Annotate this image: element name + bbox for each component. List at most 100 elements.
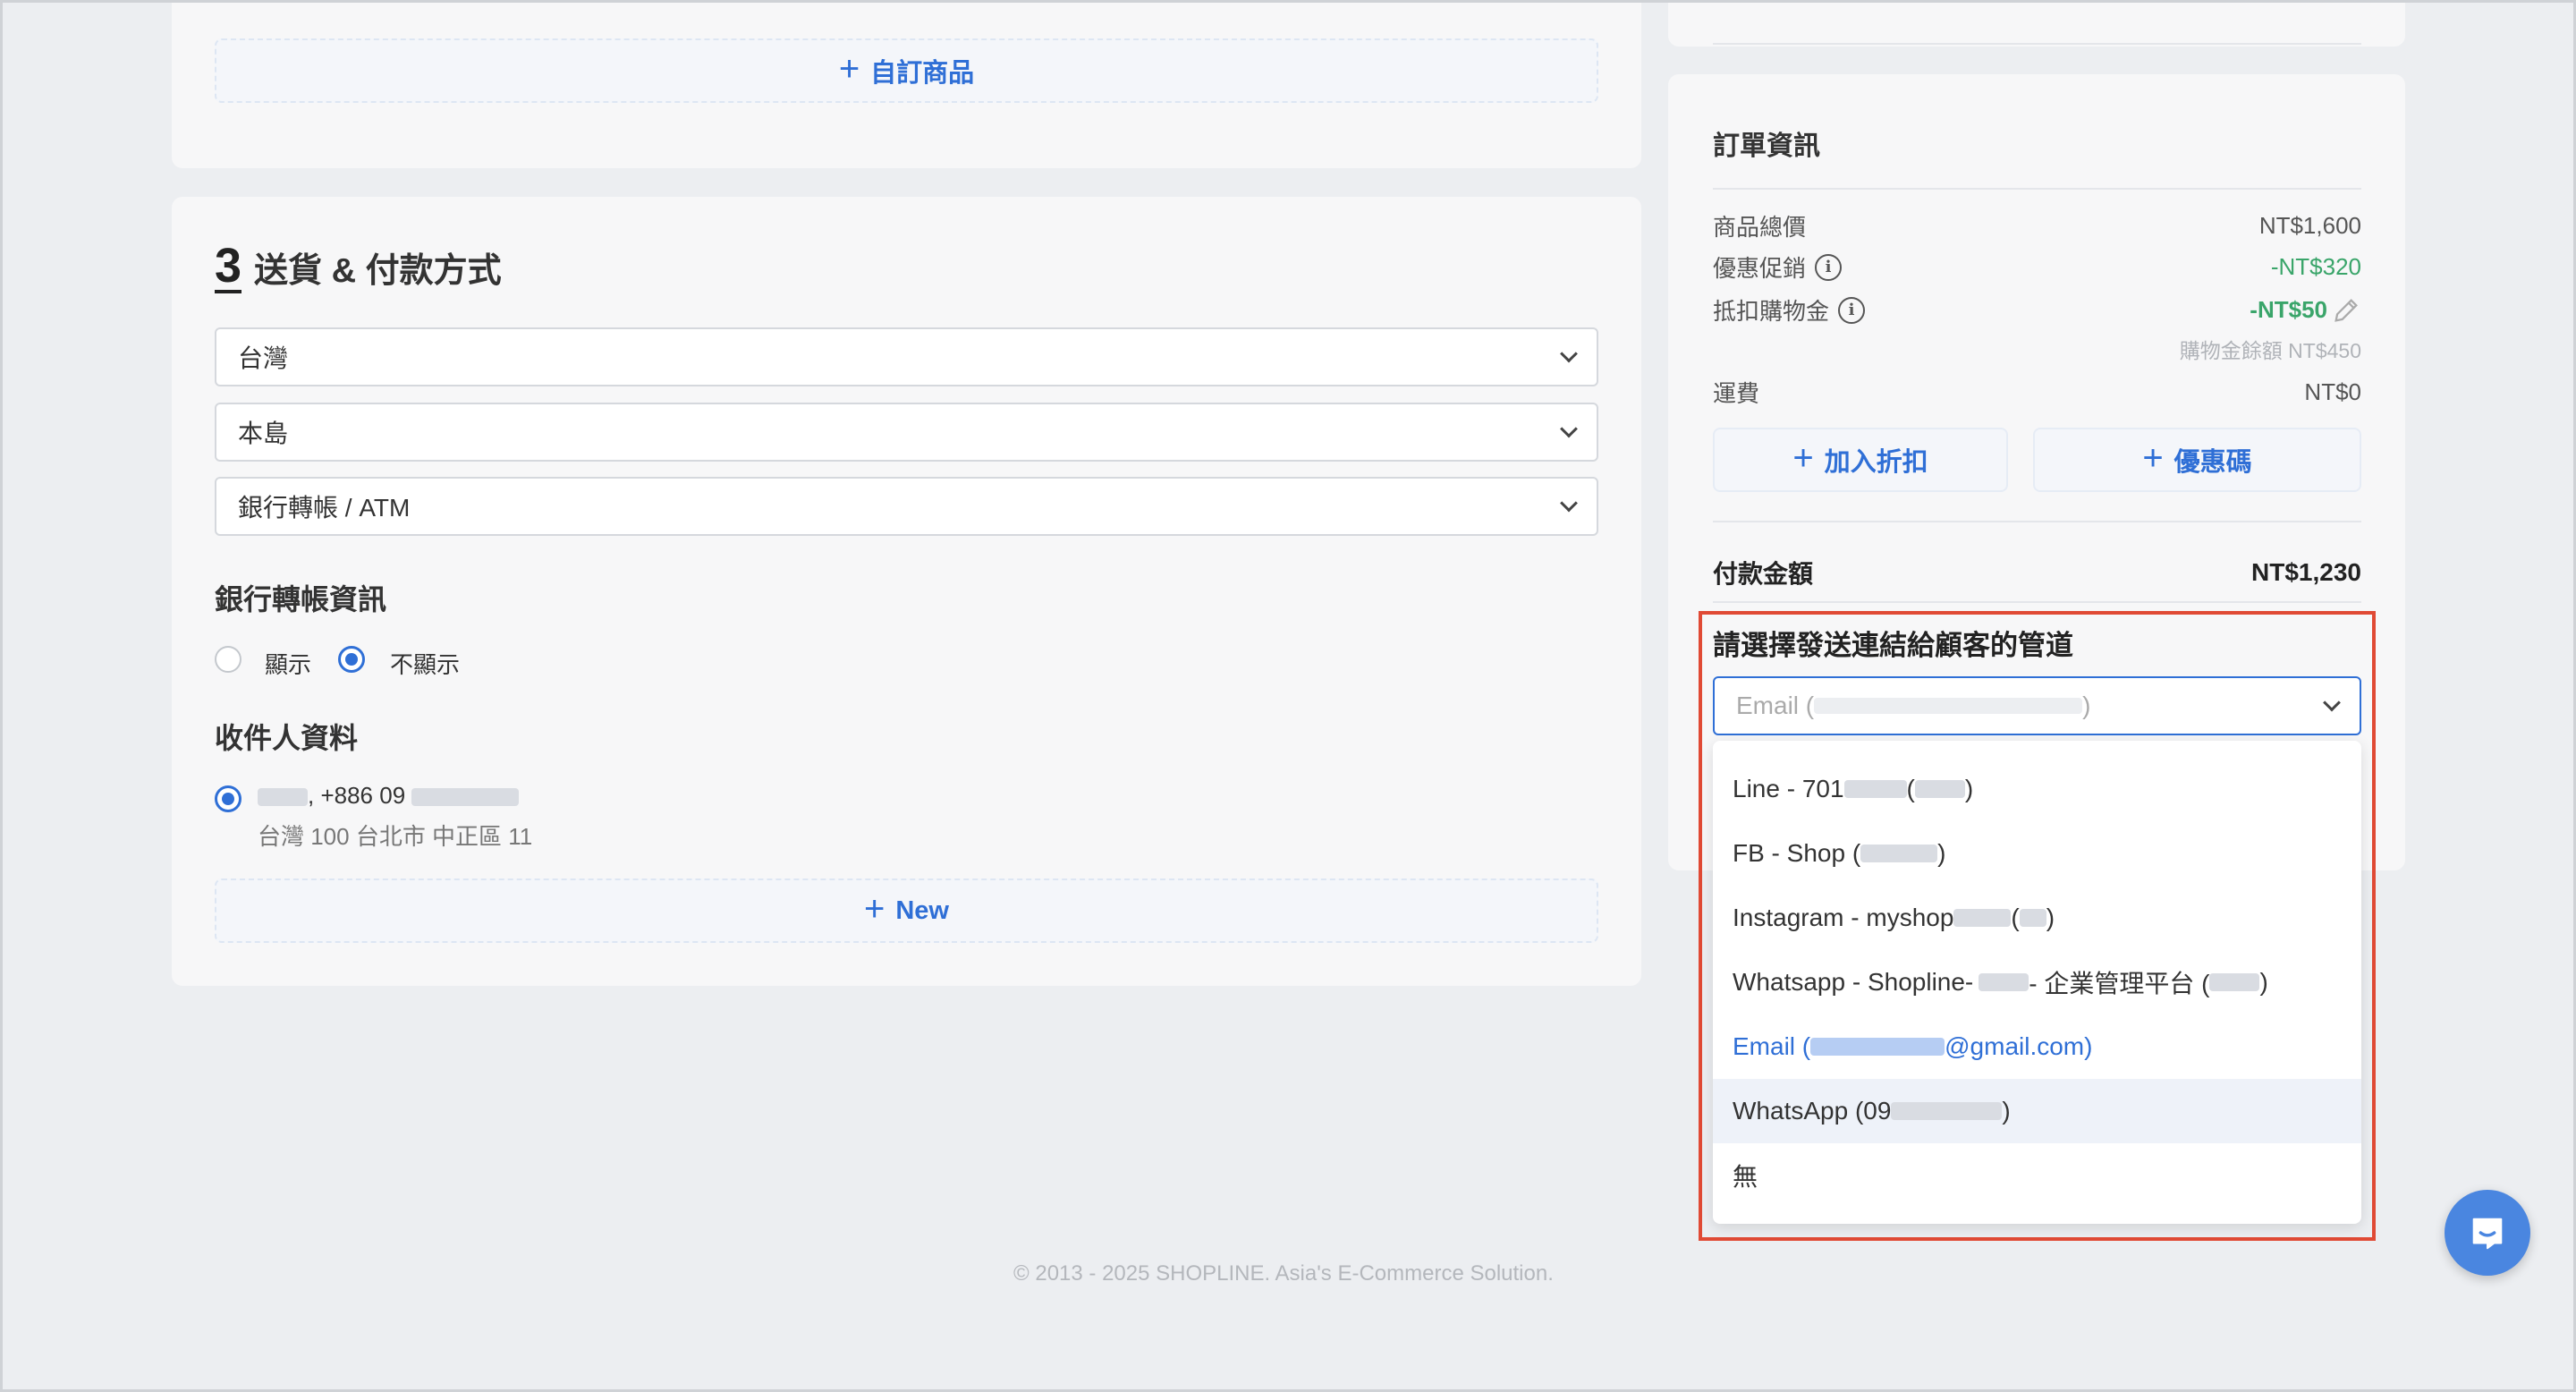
credit-label: 抵扣購物金 (1713, 298, 1830, 325)
section-number: 3 (215, 239, 242, 293)
shipping-row: 運費 NT$0 (1713, 376, 2361, 409)
chat-button[interactable] (2445, 1190, 2530, 1276)
shipping-value: NT$0 (2304, 378, 2361, 405)
total-label: 付款金額 (1713, 560, 1814, 588)
option-line[interactable]: Line - 701 ( ) (1713, 757, 2361, 821)
subtotal-row: 商品總價 NT$1,600 (1713, 209, 2361, 242)
plus-icon: + (864, 889, 886, 929)
bank-info-title: 銀行轉帳資訊 (215, 583, 387, 615)
top-right-card (1668, 0, 2405, 47)
channel-select-prefix: Email ( (1736, 692, 1815, 719)
pencil-icon[interactable] (2331, 295, 2361, 326)
credit-value: -NT$50 (2250, 296, 2327, 323)
add-discount-button[interactable]: + 加入折扣 (1713, 428, 2008, 492)
add-discount-label: 加入折扣 (1824, 448, 1928, 477)
coupon-label: 優惠碼 (2174, 448, 2252, 477)
divider (1713, 188, 2361, 190)
redacted-email (1814, 698, 2083, 714)
redacted-phone (1891, 1102, 2003, 1120)
redacted-name (258, 788, 308, 807)
divider (1713, 601, 2361, 603)
new-recipient-label: New (895, 895, 949, 925)
products-card: + 自訂商品 (172, 0, 1641, 168)
recipient-radio[interactable] (215, 785, 242, 812)
info-icon[interactable]: i (1815, 253, 1843, 281)
payment-select-value: 銀行轉帳 / ATM (238, 494, 411, 522)
subtotal-label: 商品總價 (1713, 214, 1807, 241)
option-whatsapp[interactable]: WhatsApp (09 ) (1713, 1079, 2361, 1143)
redacted-id (1860, 845, 1938, 862)
radio-hide-label: 不顯示 (390, 651, 461, 678)
redacted-id (2019, 909, 2046, 927)
option-email[interactable]: Email ( @gmail.com) (1713, 1014, 2361, 1079)
promo-row: 優惠促銷 i -NT$320 (1713, 250, 2361, 284)
channel-select[interactable]: Email ( ) (1713, 676, 2361, 735)
redacted-id (1843, 780, 1907, 798)
option-text: Whatsapp - Shopline- (1733, 968, 1974, 996)
add-custom-product-button[interactable]: + 自訂商品 (215, 38, 1598, 103)
section-header: 3 送貨 & 付款方式 (215, 242, 502, 293)
footer-copyright: © 2013 - 2025 SHOPLINE. Asia's E-Commerc… (1013, 1261, 1554, 1286)
chevron-down-icon (1560, 344, 1578, 363)
option-text: 無 (1733, 1163, 1758, 1191)
subtotal-value: NT$1,600 (2258, 212, 2361, 239)
redacted-phone (411, 788, 520, 807)
coupon-button[interactable]: + 優惠碼 (2033, 428, 2361, 492)
redacted-id (1979, 973, 2029, 991)
chat-bubble-icon (2472, 1218, 2503, 1250)
country-select[interactable]: 台灣 (215, 327, 1598, 386)
option-text: Instagram - myshop (1733, 904, 1954, 931)
option-text: FB - Shop ( (1733, 839, 1861, 867)
option-instagram[interactable]: Instagram - myshop ( ) (1713, 886, 2361, 950)
plus-icon: + (1792, 438, 1814, 478)
add-custom-product-label: 自訂商品 (870, 59, 975, 88)
order-info-title: 訂單資訊 (1713, 132, 1820, 161)
option-text: ( (1906, 775, 1915, 802)
promo-label: 優惠促銷 (1713, 255, 1807, 282)
radio-hide[interactable] (338, 646, 365, 673)
new-recipient-button[interactable]: + New (215, 878, 1598, 943)
total-value: NT$1,230 (2251, 558, 2361, 586)
channel-title: 請選擇發送連結給顧客的管道 (1713, 630, 2073, 661)
credit-balance: 購物金餘額 NT$450 (2179, 339, 2361, 362)
payment-method-select[interactable]: 銀行轉帳 / ATM (215, 477, 1598, 536)
promo-value: -NT$320 (2270, 253, 2361, 280)
region-select[interactable]: 本島 (215, 403, 1598, 462)
country-select-value: 台灣 (238, 344, 289, 372)
shipping-label: 運費 (1713, 380, 1760, 407)
recipient-title: 收件人資料 (215, 722, 359, 754)
chevron-down-icon (1560, 420, 1578, 438)
plus-icon: + (838, 49, 860, 89)
option-text: ) (1964, 775, 1974, 802)
option-fb[interactable]: FB - Shop ( ) (1713, 821, 2361, 886)
divider (1713, 521, 2361, 522)
option-text: @gmail.com) (1945, 1032, 2093, 1060)
chevron-down-icon (2323, 693, 2341, 712)
credit-row: 抵扣購物金 i -NT$50 (1713, 293, 2361, 327)
option-text: ) (1937, 839, 1946, 867)
option-text: WhatsApp (09 (1733, 1097, 1892, 1125)
info-icon[interactable]: i (1838, 296, 1866, 324)
option-text: ) (2046, 904, 2055, 931)
shipping-payment-card: 3 送貨 & 付款方式 台灣 本島 銀行轉帳 / ATM 銀行轉帳資訊 顯示 不… (172, 197, 1641, 986)
recipient-contact: , +886 09 (258, 782, 532, 810)
option-text: Email ( (1733, 1032, 1811, 1060)
redacted-id (1914, 780, 1965, 798)
option-whatsapp-business[interactable]: Whatsapp - Shopline- - 企業管理平台 ( ) (1713, 950, 2361, 1014)
section-title: 送貨 & 付款方式 (254, 252, 502, 290)
redacted-id (1953, 909, 2012, 927)
option-text: ) (2002, 1097, 2011, 1125)
region-select-value: 本島 (238, 420, 289, 447)
redacted-email (1810, 1038, 1945, 1056)
recipient-phone: , +886 09 (308, 782, 406, 809)
option-text: Line - 701 (1733, 775, 1844, 802)
channel-select-suffix: ) (2082, 692, 2091, 719)
radio-show-label: 顯示 (265, 651, 312, 678)
option-text: ) (2259, 968, 2268, 996)
divider (1713, 43, 2361, 45)
option-none[interactable]: 無 (1713, 1143, 2361, 1208)
chevron-down-icon (1560, 494, 1578, 513)
option-text: ( (2011, 904, 2020, 931)
redacted-id (2209, 973, 2260, 991)
radio-show[interactable] (215, 646, 242, 673)
